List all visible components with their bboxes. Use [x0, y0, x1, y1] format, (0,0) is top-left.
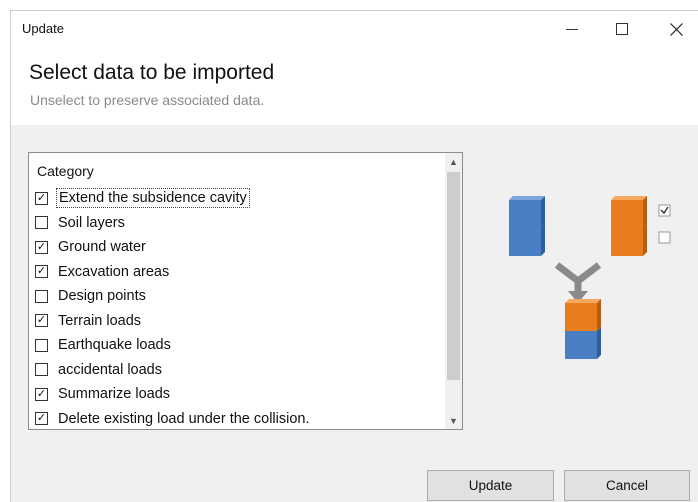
scrollbar-thumb[interactable]: [447, 172, 460, 380]
cancel-button[interactable]: Cancel: [564, 470, 690, 501]
minimize-icon: [566, 28, 578, 30]
list-item-label: Soil layers: [58, 214, 125, 231]
window-title: Update: [22, 21, 64, 36]
dialog-content: Category ✓ Extend the subsidence cavity So…: [11, 125, 698, 502]
list-item[interactable]: ✓ Terrain loads: [35, 309, 443, 334]
list-item-label: Excavation areas: [58, 263, 170, 280]
checkbox-unchecked[interactable]: [35, 216, 48, 230]
page-subtitle: Unselect to preserve associated data.: [30, 92, 265, 108]
vertical-scrollbar[interactable]: ▲ ▼: [445, 153, 462, 429]
list-item-label: Delete existing load under the collision…: [58, 410, 310, 427]
maximize-icon: [616, 23, 628, 35]
import-merge-illustration: [509, 196, 671, 359]
checkbox-unchecked[interactable]: [35, 363, 48, 377]
list-item[interactable]: ✓ Summarize loads: [35, 382, 443, 407]
list-item-label: Extend the subsidence cavity: [56, 188, 250, 209]
orange-cube-stack-icon: [611, 196, 647, 256]
update-button[interactable]: Update: [427, 470, 554, 501]
title-bar[interactable]: Update: [11, 11, 698, 47]
scroll-up-button[interactable]: ▲: [445, 153, 462, 170]
legend-checkbox-checked-icon: [658, 204, 671, 217]
scroll-down-button[interactable]: ▼: [445, 412, 462, 429]
list-item[interactable]: accidental loads: [35, 358, 443, 383]
close-icon: [669, 22, 683, 36]
minimize-button[interactable]: [549, 11, 595, 47]
chevron-up-icon: ▲: [449, 156, 458, 167]
close-button[interactable]: [653, 11, 698, 47]
merge-arrow-icon: [554, 262, 602, 303]
dialog-header: Select data to be imported Unselect to p…: [11, 47, 698, 125]
list-item-label: Design points: [58, 288, 146, 305]
page-title: Select data to be imported: [29, 61, 275, 84]
list-item[interactable]: Earthquake loads: [35, 333, 443, 358]
checkbox-unchecked[interactable]: [35, 289, 48, 303]
checkbox-unchecked[interactable]: [35, 338, 48, 352]
list-item-label: Ground water: [58, 239, 146, 256]
checkbox-checked[interactable]: ✓: [35, 265, 48, 279]
category-list[interactable]: Category ✓ Extend the subsidence cavity So…: [28, 152, 463, 430]
maximize-button[interactable]: [599, 11, 645, 47]
category-items: ✓ Extend the subsidence cavity Soil layers…: [35, 186, 443, 431]
list-item[interactable]: ✓ Extend the subsidence cavity: [35, 186, 443, 211]
list-item[interactable]: ✓ Ground water: [35, 235, 443, 260]
list-item[interactable]: Soil layers: [35, 211, 443, 236]
merged-cube-stack-icon: [565, 299, 601, 359]
checkbox-checked[interactable]: ✓: [35, 240, 48, 254]
list-item-label: Terrain loads: [58, 312, 142, 329]
checkbox-checked[interactable]: ✓: [35, 412, 48, 426]
list-column-header: Category: [37, 163, 94, 179]
list-item-label: accidental loads: [58, 361, 162, 378]
update-dialog: Update Select data to be imported Unsele…: [10, 10, 698, 502]
blue-cube-stack-icon: [509, 196, 545, 256]
checkbox-checked[interactable]: ✓: [35, 387, 48, 401]
legend-checkbox-unchecked-icon: [658, 231, 671, 244]
list-item-label: Summarize loads: [58, 386, 171, 403]
list-item-label: Earthquake loads: [58, 337, 171, 354]
list-item[interactable]: ✓ Delete existing load under the collisio…: [35, 407, 443, 432]
chevron-down-icon: ▼: [449, 415, 458, 426]
checkbox-checked[interactable]: ✓: [35, 314, 48, 328]
checkbox-checked[interactable]: ✓: [35, 191, 48, 205]
list-item[interactable]: Design points: [35, 284, 443, 309]
list-item[interactable]: ✓ Excavation areas: [35, 260, 443, 285]
